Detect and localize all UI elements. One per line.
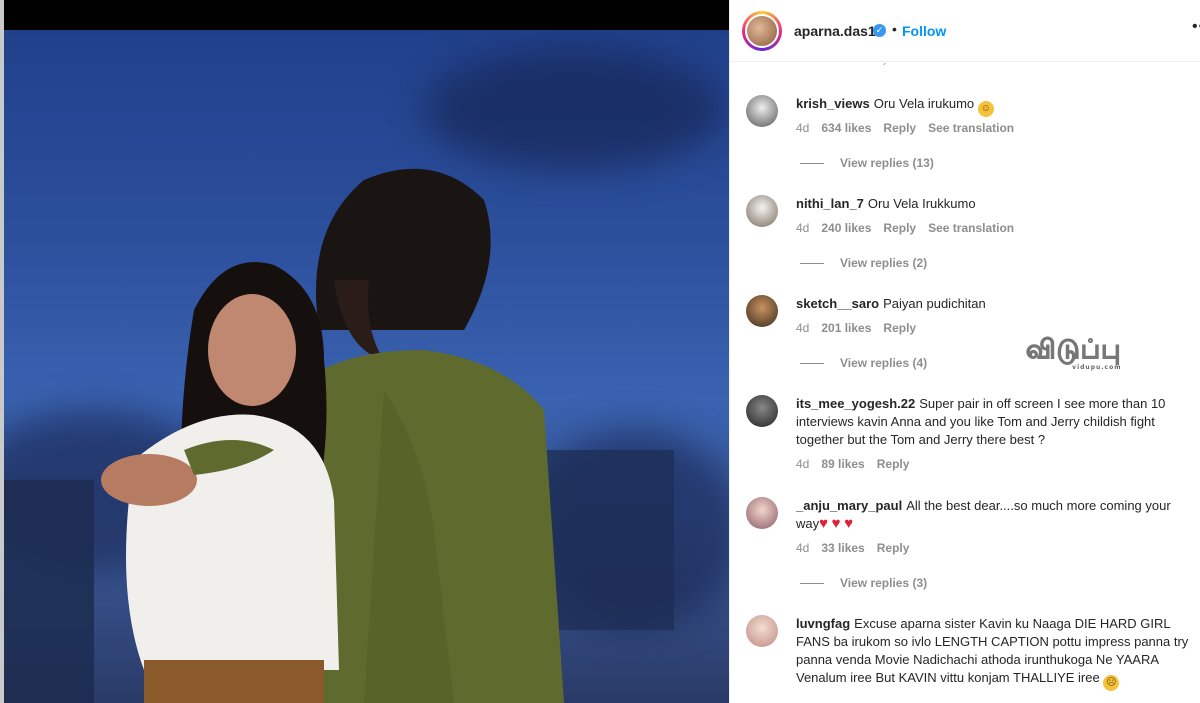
comment-list[interactable]: ·) krish_viewsOru Vela irukumo ☺ 4d634 l… [730,63,1200,703]
comment-body: krish_views Oru Vela irukumo ☺ [796,95,1191,117]
comments-panel: aparna.das1 ✓ • Follow •• ·) krish_views… [729,0,1200,703]
commenter-username[interactable]: nithi_lan_7 [796,196,864,211]
reply-button[interactable]: Reply [883,121,916,135]
comment-body: its_mee_yogesh.22 Super pair in off scree… [796,395,1191,449]
view-replies-button[interactable]: View replies (2) [800,256,927,270]
red-heart-icon: ♥ [819,515,829,532]
author-avatar[interactable] [742,11,782,51]
comment-text: Paiyan pudichitan [883,296,986,311]
comment-body: sketch__saro Paiyan pudichitan [796,295,1191,313]
commenter-username[interactable]: krish_views [796,96,870,111]
reply-button[interactable]: Reply [883,321,916,335]
commenter-username[interactable]: its_mee_yogesh.22 [796,396,915,411]
comment-likes[interactable]: 89 likes [821,457,864,471]
view-replies-button[interactable]: View replies (4) [800,356,927,370]
comment-text: Oru Vela irukumo [873,96,975,111]
commenter-username[interactable]: sketch__saro [796,296,879,311]
media-edge [0,0,4,703]
commenter-avatar[interactable] [746,195,778,227]
red-heart-icon: ♥ [844,515,854,532]
red-heart-icon: ♥ [831,515,841,532]
comment-body: _anju_mary_paul All the best dear....so m… [796,497,1191,533]
comment-body: nithi_lan_7 Oru Vela Irukkumo [796,195,1191,213]
comment-time: 4d [796,541,810,555]
commenter-avatar[interactable] [746,395,778,427]
comment-likes[interactable]: 634 likes [821,121,871,135]
comment-likes[interactable]: 33 likes [821,541,864,555]
comment-meta: 4d 240 likes Reply See translation [796,221,1026,235]
comment-meta: 4d 634 likes Reply See translation [796,121,1026,135]
comment-time: 4d [796,221,810,235]
see-translation-link[interactable]: See translation [928,221,1014,235]
commenter-username[interactable]: luvngfag [796,616,850,631]
reply-button[interactable]: Reply [877,541,910,555]
post-media[interactable] [0,0,729,703]
see-translation-link[interactable]: See translation [928,121,1014,135]
view-replies-button[interactable]: View replies (3) [800,576,927,590]
watermark-logo: விடுப்பு vidupu.com [1025,335,1122,372]
view-replies-button[interactable]: View replies (13) [800,156,934,170]
reply-button[interactable]: Reply [877,457,910,471]
comment-meta: 4d 33 likes Reply [796,541,921,555]
couple-illustration [4,168,674,703]
post-photo [4,30,729,703]
reply-button[interactable]: Reply [883,221,916,235]
commenter-avatar[interactable] [746,295,778,327]
comment-text: Oru Vela Irukkumo [867,196,976,211]
commenter-username[interactable]: _anju_mary_paul [796,498,902,513]
comment-text: Excuse aparna sister Kavin ku Naaga DIE … [796,616,1189,685]
more-options-icon[interactable]: •• [1192,18,1200,36]
verified-badge-icon: ✓ [873,24,886,37]
commenter-avatar[interactable] [746,497,778,529]
separator-dot: • [892,21,897,37]
author-username[interactable]: aparna.das1 [794,23,876,39]
post-header: aparna.das1 ✓ • Follow •• [730,0,1200,62]
grinning-face-icon: ☺ [977,101,994,117]
commenter-avatar[interactable] [746,95,778,127]
comment-body: luvngfag Excuse aparna sister Kavin ku Na… [796,615,1191,691]
commenter-avatar[interactable] [746,615,778,647]
comment-time: 4d [796,121,810,135]
follow-button[interactable]: Follow [902,23,946,39]
comment-likes[interactable]: 240 likes [821,221,871,235]
comment-meta: 4d 201 likes Reply [796,321,928,335]
unamused-face-icon: ☹ [1103,675,1120,691]
comment-time: 4d [796,321,810,335]
comment-time: 4d [796,457,810,471]
comment-meta: 4d 89 likes Reply [796,457,921,471]
comment-likes[interactable]: 201 likes [821,321,871,335]
